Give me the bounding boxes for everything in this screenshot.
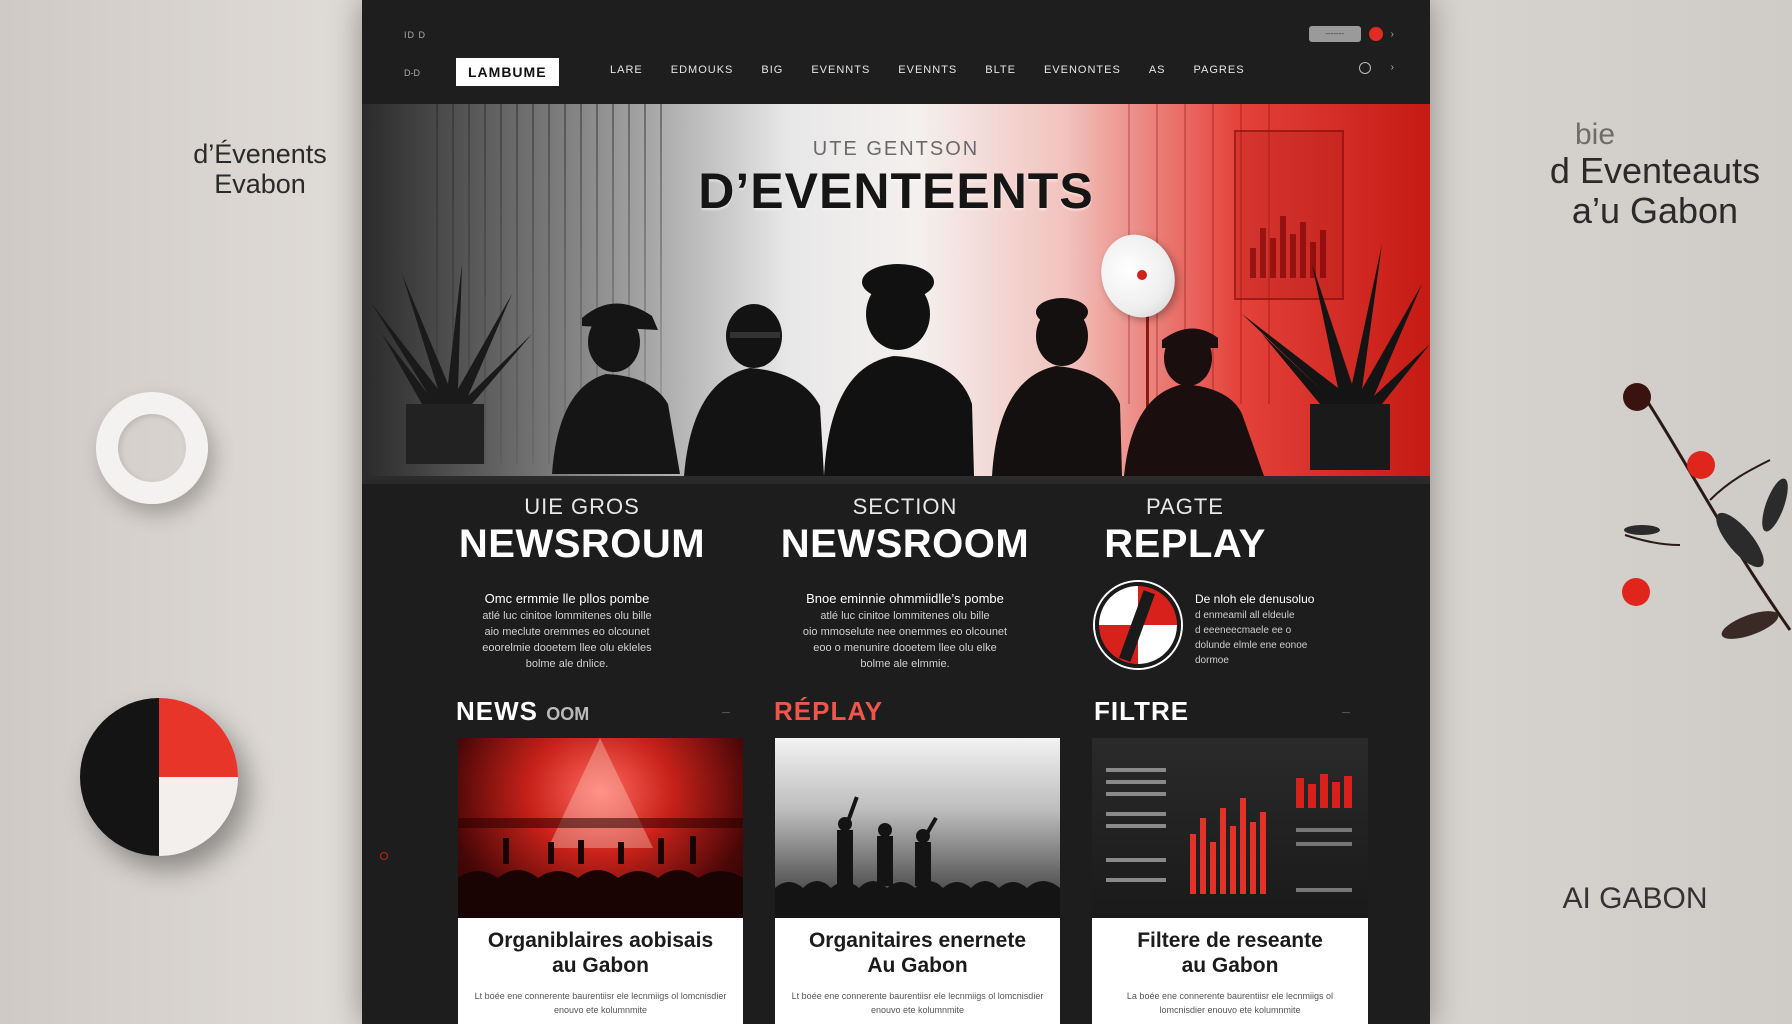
section-heading-filter[interactable]: FILTRE xyxy=(1094,696,1189,727)
feature-kicker: PAGTE xyxy=(1146,494,1224,519)
card-image-crowd xyxy=(775,738,1060,918)
site-logo[interactable]: LAMBUME xyxy=(456,58,559,86)
feature-description-line: aio meclute oremmes eo olcounet xyxy=(484,625,650,638)
feature-description: Omc ermmie lle pllos pombe atlé luc cini… xyxy=(422,590,712,673)
notification-dot-icon[interactable] xyxy=(1368,27,1383,41)
section-heading-news-suffix: OOM xyxy=(546,704,590,724)
plant-right-icon xyxy=(1242,244,1430,470)
side-right-title: bie d Eventeauts a’u Gabon xyxy=(1530,118,1780,230)
feature-description-line: eoo o menunire dooetem llee olu elke xyxy=(813,641,997,654)
nav-item[interactable]: BLTE xyxy=(985,64,1016,76)
card-body: Lt boée ene connerente baurentiisr ele l… xyxy=(791,991,1044,1015)
person-silhouette xyxy=(684,304,824,476)
feature-description-lead: Omc ermmie lle pllos pombe xyxy=(484,591,650,606)
nav-item[interactable]: EVENNTS xyxy=(811,64,870,76)
feature-description-line: bolme ale dnlice. xyxy=(525,657,609,670)
person-silhouette xyxy=(1124,328,1264,476)
feature-column-replay[interactable]: PAGTE REPLAY xyxy=(1070,494,1300,567)
main-nav: LARE EDMOUKS BIG EVENNTS EVENNTS BLTE EV… xyxy=(610,64,1273,76)
card-image-dashboard xyxy=(1092,738,1368,918)
person-silhouette xyxy=(824,264,974,476)
feature-kicker: UIE GROS xyxy=(524,494,640,519)
card-title-line: au Gabon xyxy=(1181,954,1279,978)
top-bar-small-label-2: D-D xyxy=(404,68,420,78)
search-icon[interactable] xyxy=(1358,62,1371,74)
feature-description-line: bolme ale elmmie. xyxy=(860,657,950,670)
card-title: Organiblaires aobisais au Gabon xyxy=(458,918,743,978)
side-right-title-top: bie xyxy=(1574,118,1616,151)
side-right-bottom-text: AI GABON xyxy=(1562,882,1708,915)
section-heading-news-label: NEWS xyxy=(456,696,538,726)
person-silhouette xyxy=(552,303,680,474)
card-title-line: Au Gabon xyxy=(867,954,968,978)
feature-description-line: oio mmoselute nee onemmes eo olcounet xyxy=(802,625,1008,638)
card-title: Filtere de reseante au Gabon xyxy=(1092,918,1368,978)
replay-card[interactable]: Organitaires enernete Au Gabon Lt boée e… xyxy=(775,738,1060,1024)
feature-description-line: dolunde elmle ene eonoe xyxy=(1195,640,1308,651)
hero-people-illustration xyxy=(372,244,1430,476)
filter-card[interactable]: Filtere de reseante au Gabon La boée ene… xyxy=(1092,738,1368,1024)
feature-description-line: eoorelmie dooetem llee olu ekleles xyxy=(482,641,652,654)
side-right-title-line2: a’u Gabon xyxy=(1571,189,1739,231)
decor-ball xyxy=(80,698,238,856)
feature-description-line: d enmeamil all eldeule xyxy=(1195,610,1295,621)
feature-description-line: dormoe xyxy=(1195,655,1229,666)
chevron-right-icon[interactable]: › xyxy=(1391,62,1394,74)
card-title-line: Organiblaires aobisais xyxy=(487,929,714,952)
utility-controls: ------- › xyxy=(1308,26,1394,42)
feature-description-lead: Bnoe eminnie ohmmiidlle’s pombe xyxy=(806,591,1004,606)
feature-description-line: atlé luc cinitoe lommitenes olu bille xyxy=(482,609,652,622)
side-left-title-line1: d’Évenents xyxy=(193,139,327,169)
card-title-line: Filtere de reseante xyxy=(1137,929,1323,952)
replay-logo-icon xyxy=(1095,582,1181,668)
nav-item[interactable]: AS xyxy=(1149,64,1166,76)
nav-item[interactable]: EDMOUKS xyxy=(671,64,734,76)
side-left-title-line2: Evabon xyxy=(214,168,306,199)
nav-item[interactable]: PAGRES xyxy=(1194,64,1245,76)
feature-description-line: d eeeneecmaele ee o xyxy=(1195,625,1292,636)
feature-description: Bnoe eminnie ohmmiidlle’s pombe atlé luc… xyxy=(760,590,1050,673)
feature-heading: NEWSROUM xyxy=(458,522,706,566)
feature-description-lead: De nloh ele denusoluo xyxy=(1195,592,1315,606)
top-bar-small-label: ID D xyxy=(404,30,426,40)
carousel-dot-icon[interactable] xyxy=(380,852,388,860)
feature-kicker: SECTION xyxy=(852,494,958,519)
person-silhouette xyxy=(992,298,1122,476)
card-body: La boée ene connerente baurentiisr ele l… xyxy=(1126,991,1334,1015)
section-more-link[interactable]: ― xyxy=(722,708,730,717)
decor-branch xyxy=(1622,383,1792,639)
top-bar: ID D D-D ------- › LAMBUME LARE EDMOUKS … xyxy=(362,0,1430,104)
card-title-line: au Gabon xyxy=(552,954,649,978)
website-mockup: ID D D-D ------- › LAMBUME LARE EDMOUKS … xyxy=(362,0,1430,1024)
card-title: Organitaires enernete Au Gabon xyxy=(775,918,1060,978)
card-title-line: Organitaires enernete xyxy=(808,929,1027,952)
side-left-title: d’Évenents Evabon xyxy=(160,139,360,199)
chevron-right-icon[interactable]: › xyxy=(1391,29,1394,40)
hero-banner: UTE GENTSON D’EVENTEENTS xyxy=(362,104,1430,484)
nav-icons: › xyxy=(1358,62,1394,74)
nav-item[interactable]: EVENNTS xyxy=(898,64,957,76)
plant-left-icon xyxy=(372,264,532,464)
feature-description: De nloh ele denusoluo d enmeamil all eld… xyxy=(1195,590,1355,668)
news-card[interactable]: Organiblaires aobisais au Gabon Lt boée … xyxy=(458,738,743,1024)
section-more-link[interactable]: ― xyxy=(1342,708,1350,717)
nav-item[interactable]: BIG xyxy=(761,64,783,76)
feature-heading: NEWSROOM xyxy=(780,522,1030,566)
side-right-title-line1: d Eventeauts xyxy=(1549,150,1761,191)
decor-ring xyxy=(96,392,208,504)
utility-search-pill[interactable]: ------- xyxy=(1308,26,1361,42)
section-heading-news[interactable]: NEWS OOM xyxy=(456,696,589,727)
feature-column-newsroom[interactable]: SECTION NEWSROOM xyxy=(750,494,1060,567)
card-body: Lt boée ene connerente baurentiisr ele l… xyxy=(474,991,727,1015)
nav-item[interactable]: LARE xyxy=(610,64,643,76)
feature-description-line: atlé luc cinitoe lommitenes olu bille xyxy=(820,609,990,622)
feature-column-newsroum[interactable]: UIE GROS NEWSROUM xyxy=(432,494,732,567)
feature-heading: REPLAY xyxy=(1104,522,1266,566)
section-heading-replay[interactable]: RÉPLAY xyxy=(774,696,883,727)
card-image-concert xyxy=(458,738,743,918)
nav-item[interactable]: EVENONTES xyxy=(1044,64,1121,76)
hero-table xyxy=(362,476,1430,484)
